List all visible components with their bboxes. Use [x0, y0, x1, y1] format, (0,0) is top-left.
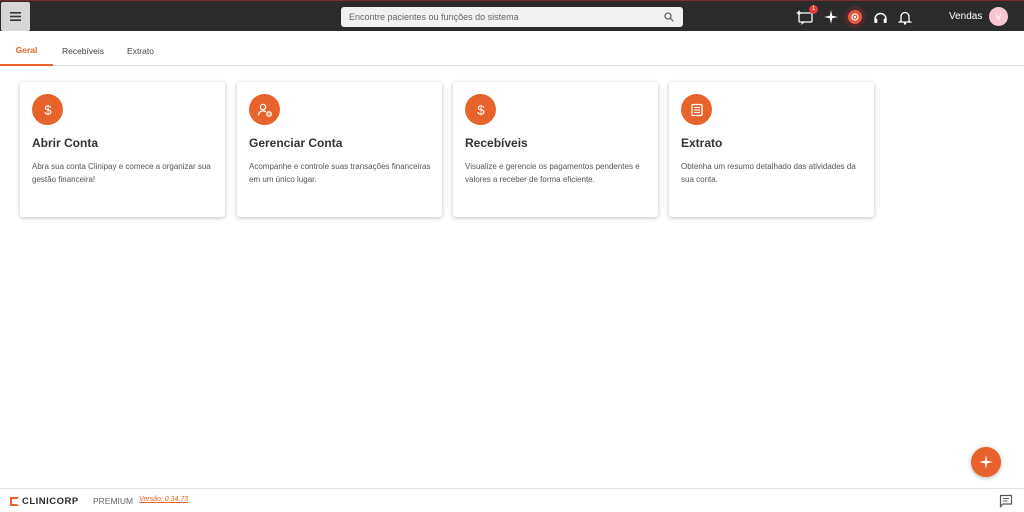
plan-label: PREMIUM [93, 496, 134, 506]
card-title: Gerenciar Conta [249, 136, 343, 150]
dollar-icon: $ [477, 103, 485, 117]
support-button[interactable] [871, 8, 889, 26]
chat-notification-button[interactable]: 1 [796, 5, 818, 26]
footer: CLINICORP PREMIUM Versão: 0.34.73 [0, 488, 1024, 512]
search-bar [341, 7, 683, 27]
card-icon-badge [681, 94, 712, 125]
brand-mark-icon [10, 497, 19, 506]
feedback-button[interactable] [999, 494, 1013, 508]
card-description: Abra sua conta Clinipay e comece a organ… [32, 162, 211, 184]
card-icon-badge: $ [32, 94, 63, 125]
tab-bar: Geral Recebíveis Extrato [0, 36, 1024, 66]
card-icon-badge: $ [465, 94, 496, 125]
card-abrir-conta[interactable]: $ Abrir Conta Abra sua conta Clinipay e … [20, 82, 225, 217]
statement-icon [690, 103, 703, 116]
svg-text:$: $ [44, 103, 52, 117]
svg-text:$: $ [477, 103, 485, 117]
record-button[interactable] [844, 6, 866, 28]
card-description: Obtenha um resumo detalhado das atividad… [681, 162, 856, 184]
card-gerenciar-conta[interactable]: Gerenciar Conta Acompanhe e controle sua… [237, 82, 442, 217]
card-extrato[interactable]: Extrato Obtenha um resumo detalhado das … [669, 82, 874, 217]
notification-badge: 1 [809, 5, 818, 14]
card-title: Recebíveis [465, 136, 528, 150]
sparkle-icon [979, 455, 993, 469]
avatar[interactable]: V [989, 7, 1008, 26]
card-title: Abrir Conta [32, 136, 98, 150]
brand-logo: CLINICORP [10, 496, 79, 507]
search-input[interactable] [349, 12, 663, 22]
top-bar: 1 Vendas V [0, 0, 1024, 31]
user-settings-icon [257, 103, 272, 117]
card-icon-badge [249, 94, 280, 125]
record-icon [851, 13, 859, 21]
sparkle-button[interactable] [822, 8, 840, 26]
brand-name: CLINICORP [22, 496, 79, 507]
tab-extrato[interactable]: Extrato [113, 36, 168, 66]
menu-icon [10, 12, 21, 21]
feedback-icon [999, 494, 1013, 508]
card-title: Extrato [681, 136, 723, 150]
version-link[interactable]: Versão: 0.34.73 [139, 496, 188, 503]
card-description: Acompanhe e controle suas transações fin… [249, 162, 431, 184]
card-description: Visualize e gerencie os pagamentos pende… [465, 162, 640, 184]
menu-button[interactable] [1, 2, 30, 31]
dollar-icon: $ [44, 103, 52, 117]
headset-icon [873, 12, 887, 23]
bell-icon [898, 11, 912, 25]
assistant-fab-button[interactable] [971, 447, 1001, 477]
tab-recebiveis[interactable]: Recebíveis [53, 36, 113, 66]
search-icon[interactable] [663, 11, 675, 23]
card-recebiveis[interactable]: $ Recebíveis Visualize e gerencie os pag… [453, 82, 658, 217]
sparkle-icon [824, 10, 838, 24]
tab-geral[interactable]: Geral [0, 36, 53, 66]
notifications-button[interactable] [896, 8, 914, 26]
user-name[interactable]: Vendas [949, 11, 982, 22]
